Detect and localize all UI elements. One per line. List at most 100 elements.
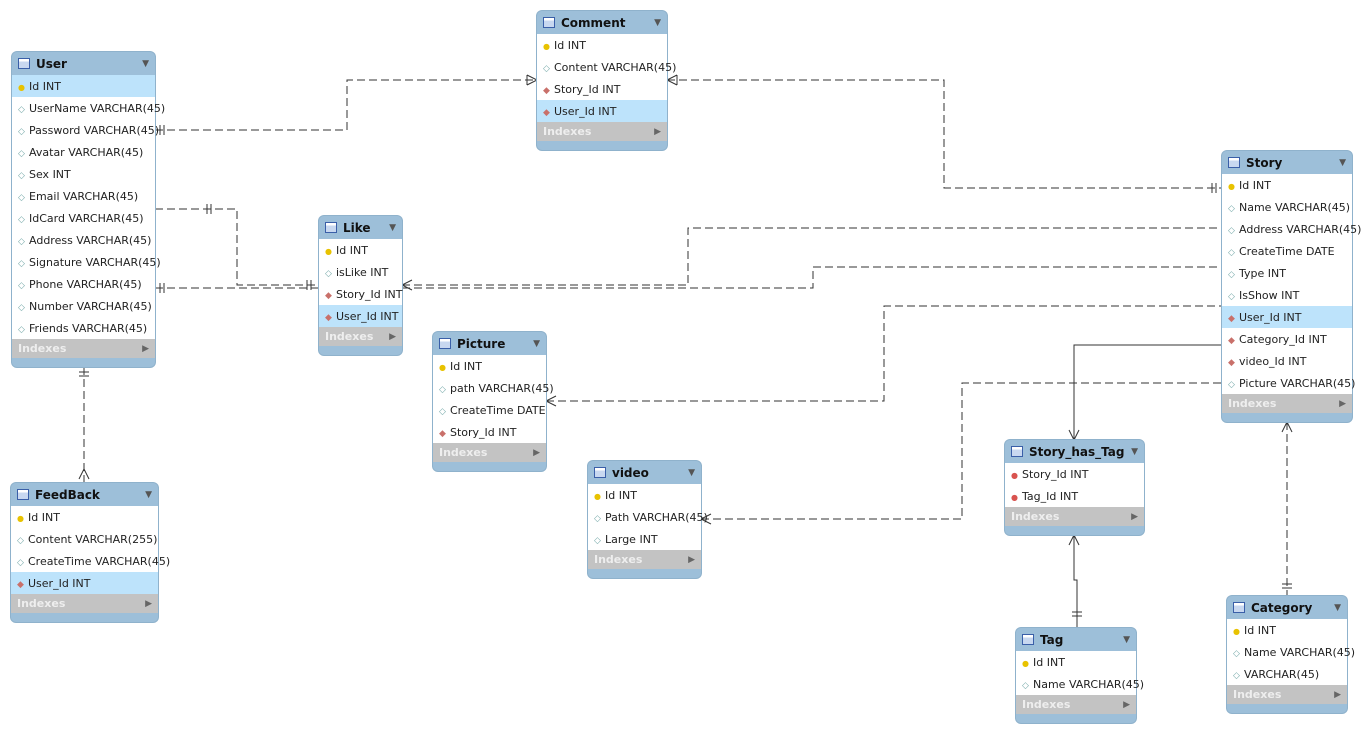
- expand-arrow-icon[interactable]: ▶: [145, 599, 152, 609]
- expand-arrow-icon[interactable]: ▶: [1131, 512, 1138, 522]
- column-row[interactable]: ◇ Password VARCHAR(45): [12, 119, 159, 141]
- collapse-arrow-icon[interactable]: ▼: [142, 59, 149, 69]
- column-row[interactable]: ◇ Address VARCHAR(45): [12, 229, 155, 251]
- table-header[interactable]: Story ▼: [1222, 151, 1352, 174]
- column-row[interactable]: ◇ Content VARCHAR(255): [11, 528, 158, 550]
- column-row[interactable]: ● Story_Id INT: [1005, 463, 1144, 485]
- column-row[interactable]: ◇ Picture VARCHAR(45): [1222, 372, 1355, 394]
- column-row[interactable]: ● Id INT: [433, 355, 546, 377]
- indexes-section[interactable]: Indexes ▶: [1005, 507, 1144, 526]
- column-row[interactable]: ◆ Story_Id INT: [537, 78, 667, 100]
- table-feedback[interactable]: FeedBack ▼ ● Id INT ◇ Content VARCHAR(25…: [11, 483, 170, 622]
- column-row[interactable]: ● Id INT: [1222, 174, 1352, 196]
- column-row[interactable]: ● Id INT: [319, 239, 402, 261]
- collapse-arrow-icon[interactable]: ▼: [389, 223, 396, 233]
- table-storytag[interactable]: Story_has_Tag ▼ ● Story_Id INT ● Tag_Id …: [1005, 440, 1144, 535]
- column-row[interactable]: ◇ Email VARCHAR(45): [12, 185, 155, 207]
- table-picture[interactable]: Picture ▼ ● Id INT ◇ path VARCHAR(45) ◇ …: [433, 332, 554, 471]
- table-icon: [17, 489, 29, 500]
- column-row[interactable]: ◇ Name VARCHAR(45): [1016, 673, 1144, 695]
- column-row[interactable]: ◇ Large INT: [588, 528, 701, 550]
- indexes-section[interactable]: Indexes ▶: [537, 122, 667, 141]
- column-row[interactable]: ● Id INT: [588, 484, 701, 506]
- column-row[interactable]: ◆ User_Id INT: [537, 100, 667, 122]
- table-video[interactable]: video ▼ ● Id INT ◇ Path VARCHAR(45) ◇ La…: [588, 461, 708, 578]
- column-row[interactable]: ◇ Content VARCHAR(45): [537, 56, 676, 78]
- column-row[interactable]: ● Id INT: [12, 75, 155, 97]
- column-row[interactable]: ◇ Number VARCHAR(45): [12, 295, 155, 317]
- collapse-arrow-icon[interactable]: ▼: [688, 468, 695, 478]
- column-row[interactable]: ◇ isLike INT: [319, 261, 402, 283]
- column-row[interactable]: ● Id INT: [537, 34, 667, 56]
- table-header[interactable]: Story_has_Tag ▼: [1005, 440, 1144, 463]
- table-user[interactable]: User ▼ ● Id INT ◇ UserName VARCHAR(45) ◇…: [12, 52, 165, 367]
- column-row[interactable]: ● Id INT: [1227, 619, 1347, 641]
- column-row[interactable]: ◇ Phone VARCHAR(45): [12, 273, 155, 295]
- column-row[interactable]: ◇ IsShow INT: [1222, 284, 1352, 306]
- expand-arrow-icon[interactable]: ▶: [389, 332, 396, 342]
- column-row[interactable]: ◇ Name VARCHAR(45): [1222, 196, 1352, 218]
- column-row[interactable]: ◆ video_Id INT: [1222, 350, 1352, 372]
- column-row[interactable]: ◇ Friends VARCHAR(45): [12, 317, 155, 339]
- column-row[interactable]: ◇ Signature VARCHAR(45): [12, 251, 161, 273]
- table-category[interactable]: Category ▼ ● Id INT ◇ Name VARCHAR(45) ◇…: [1227, 596, 1355, 713]
- collapse-arrow-icon[interactable]: ▼: [1339, 158, 1346, 168]
- indexes-section[interactable]: Indexes ▶: [12, 339, 155, 358]
- column-row[interactable]: ◇ Type INT: [1222, 262, 1352, 284]
- table-tag[interactable]: Tag ▼ ● Id INT ◇ Name VARCHAR(45) Indexe…: [1016, 628, 1144, 723]
- expand-arrow-icon[interactable]: ▶: [1339, 399, 1346, 409]
- column-row[interactable]: ◆ User_Id INT: [11, 572, 158, 594]
- expand-arrow-icon[interactable]: ▶: [654, 127, 661, 137]
- column-row[interactable]: ◆ Category_Id INT: [1222, 328, 1352, 350]
- collapse-arrow-icon[interactable]: ▼: [1131, 447, 1138, 457]
- column-row[interactable]: ◇ Avatar VARCHAR(45): [12, 141, 155, 163]
- column-row[interactable]: ◇ CreateTime VARCHAR(45): [11, 550, 170, 572]
- column-row[interactable]: ● Id INT: [1016, 651, 1136, 673]
- table-header[interactable]: Comment ▼: [537, 11, 667, 34]
- indexes-section[interactable]: Indexes ▶: [319, 327, 402, 346]
- table-comment[interactable]: Comment ▼ ● Id INT ◇ Content VARCHAR(45)…: [537, 11, 676, 150]
- table-header[interactable]: User ▼: [12, 52, 155, 75]
- expand-arrow-icon[interactable]: ▶: [1334, 690, 1341, 700]
- expand-arrow-icon[interactable]: ▶: [142, 344, 149, 354]
- indexes-label: Indexes: [543, 125, 592, 138]
- table-story[interactable]: Story ▼ ● Id INT ◇ Name VARCHAR(45) ◇ Ad…: [1222, 151, 1361, 422]
- expand-arrow-icon[interactable]: ▶: [533, 448, 540, 458]
- collapse-arrow-icon[interactable]: ▼: [654, 18, 661, 28]
- collapse-arrow-icon[interactable]: ▼: [533, 339, 540, 349]
- column-row[interactable]: ◇ path VARCHAR(45): [433, 377, 554, 399]
- column-row[interactable]: ◇ Name VARCHAR(45): [1227, 641, 1355, 663]
- table-header[interactable]: Picture ▼: [433, 332, 546, 355]
- column-row[interactable]: ◆ User_Id INT: [1222, 306, 1352, 328]
- column-row[interactable]: ◇ VARCHAR(45): [1227, 663, 1347, 685]
- column-row[interactable]: ◇ Address VARCHAR(45): [1222, 218, 1361, 240]
- expand-arrow-icon[interactable]: ▶: [688, 555, 695, 565]
- table-header[interactable]: FeedBack ▼: [11, 483, 158, 506]
- table-header[interactable]: Category ▼: [1227, 596, 1347, 619]
- table-header[interactable]: Tag ▼: [1016, 628, 1136, 651]
- column-row[interactable]: ◆ Story_Id INT: [319, 283, 402, 305]
- indexes-section[interactable]: Indexes ▶: [1016, 695, 1136, 714]
- column-row[interactable]: ◆ Story_Id INT: [433, 421, 546, 443]
- table-header[interactable]: video ▼: [588, 461, 701, 484]
- indexes-section[interactable]: Indexes ▶: [1222, 394, 1352, 413]
- table-header[interactable]: Like ▼: [319, 216, 402, 239]
- column-row[interactable]: ◇ Path VARCHAR(45): [588, 506, 708, 528]
- indexes-section[interactable]: Indexes ▶: [588, 550, 701, 569]
- collapse-arrow-icon[interactable]: ▼: [145, 490, 152, 500]
- column-row[interactable]: ● Tag_Id INT: [1005, 485, 1144, 507]
- column-row[interactable]: ◇ IdCard VARCHAR(45): [12, 207, 155, 229]
- indexes-section[interactable]: Indexes ▶: [11, 594, 158, 613]
- column-row[interactable]: ◆ User_Id INT: [319, 305, 402, 327]
- indexes-section[interactable]: Indexes ▶: [433, 443, 546, 462]
- column-row[interactable]: ◇ CreateTime DATE: [1222, 240, 1352, 262]
- collapse-arrow-icon[interactable]: ▼: [1123, 635, 1130, 645]
- expand-arrow-icon[interactable]: ▶: [1123, 700, 1130, 710]
- indexes-section[interactable]: Indexes ▶: [1227, 685, 1347, 704]
- column-row[interactable]: ● Id INT: [11, 506, 158, 528]
- column-row[interactable]: ◇ Sex INT: [12, 163, 155, 185]
- collapse-arrow-icon[interactable]: ▼: [1334, 603, 1341, 613]
- column-row[interactable]: ◇ CreateTime DATE: [433, 399, 546, 421]
- column-row[interactable]: ◇ UserName VARCHAR(45): [12, 97, 165, 119]
- table-like[interactable]: Like ▼ ● Id INT ◇ isLike INT ◆ Story_Id …: [319, 216, 402, 355]
